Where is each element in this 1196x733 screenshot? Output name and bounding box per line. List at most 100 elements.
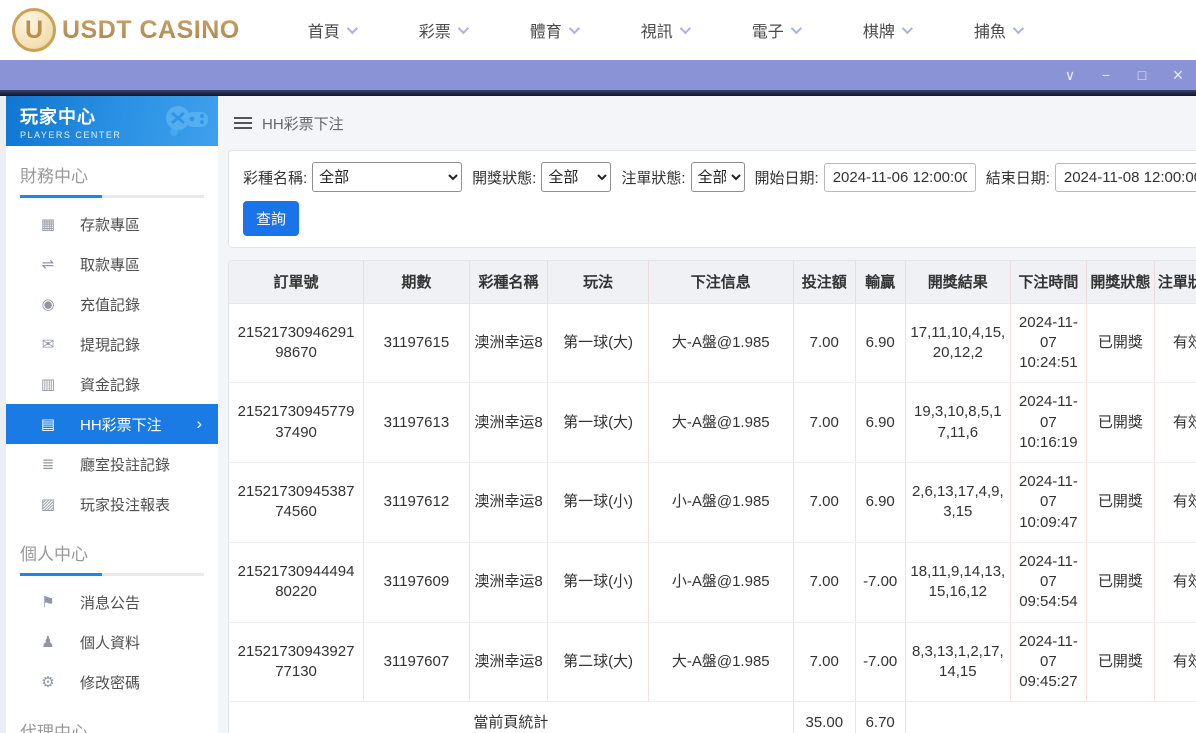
nav-item-棋牌[interactable]: 棋牌 (863, 18, 913, 42)
cell-玩法: 第二球(大) (547, 622, 649, 703)
cell-下注時間: 2024-11-07 10:09:47 (1010, 462, 1087, 543)
report-chart-icon: ▨ (40, 496, 56, 513)
cell-訂單號: 2152173094538774560 (229, 462, 365, 543)
nav-item-label: 電子 (751, 24, 784, 41)
cell-輸贏: 6.90 (855, 462, 906, 543)
cell-注單狀態: 有效 (1154, 542, 1196, 623)
cell-下注時間: 2024-11-07 10:24:51 (1010, 303, 1087, 384)
wallet-icon: ✉ (41, 336, 55, 353)
sidebar-section-underline (20, 195, 204, 198)
cell-開獎結果: 8,3,13,1,2,17,14,15 (905, 622, 1012, 703)
nav-item-首頁[interactable]: 首頁 (308, 18, 358, 42)
sidebar-item-充值記錄[interactable]: ◉ 充值記錄 (6, 284, 218, 324)
cell-投注額: 7.00 (793, 303, 856, 384)
window-maximize-icon[interactable]: □ (1134, 68, 1150, 82)
sidebar-item-提現記錄[interactable]: ✉ 提現記錄 (6, 324, 218, 364)
cell-彩種名稱: 澳洲幸运8 (469, 303, 549, 384)
chevron-down-icon (901, 22, 913, 35)
nav-item-電子[interactable]: 電子 (751, 18, 802, 42)
sidebar-item-label: 提現記錄 (80, 336, 141, 354)
draw-status-select[interactable]: 全部 (541, 162, 612, 192)
nav-item-label: 體育 (529, 24, 562, 41)
sidebar-section-title: 個人中心 (20, 545, 88, 564)
table-row: 2152173094577937490 31197613 澳洲幸运8 第一球(大) 大-… (229, 382, 1196, 463)
cell-玩法: 第一球(小) (547, 462, 649, 543)
nav-item-視訊[interactable]: 視訊 (641, 18, 691, 42)
moneybag-icon: ◉ (41, 296, 55, 313)
start-date-label: 開始日期: (754, 169, 819, 187)
search-button[interactable]: 查詢 (243, 201, 300, 236)
table-header-row: 訂單號期數彩種名稱玩法下注信息投注額輸贏開獎結果下注時間開獎狀態注單狀態 (229, 261, 1196, 304)
nav-item-彩票[interactable]: 彩票 (418, 18, 469, 42)
chevron-down-icon (568, 22, 580, 35)
bets-table: 訂單號期數彩種名稱玩法下注信息投注額輸贏開獎結果下注時間開獎狀態注單狀態 215… (229, 261, 1196, 733)
col-header-投注額: 投注額 (793, 261, 856, 304)
page-title: HH彩票下注 (262, 115, 344, 133)
cell-下注信息: 大-A盤@1.985 (648, 622, 794, 703)
sidebar-item-修改密碼[interactable]: ⚙ 修改密碼 (6, 662, 218, 702)
table-row: 2152173094392777130 31197607 澳洲幸运8 第二球(大) 大-… (229, 622, 1196, 703)
lottery-name-select[interactable]: 全部 (312, 162, 463, 192)
sidebar-item-資金記錄[interactable]: ▥ 資金記錄 (6, 364, 218, 404)
sidebar-item-個人資料[interactable]: ♟ 個人資料 (6, 622, 218, 662)
bell-icon: ⚑ (41, 594, 55, 611)
nav-item-label: 捕魚 (973, 24, 1006, 41)
breadcrumb: HH彩票下注 (228, 96, 1196, 150)
window-minimize-icon[interactable]: − (1098, 68, 1114, 82)
gamepad-icon (166, 106, 208, 136)
sidebar-item-label: 消息公告 (80, 594, 141, 612)
cell-投注額: 7.00 (793, 622, 856, 703)
chevron-down-icon (346, 22, 358, 35)
sidebar-item-取款專區[interactable]: ⇌ 取款專區 (6, 244, 218, 284)
cell-投注額: 7.00 (793, 462, 856, 543)
col-header-玩法: 玩法 (547, 261, 649, 304)
col-header-訂單號: 訂單號 (229, 261, 365, 304)
cell-輸贏: 6.90 (855, 382, 906, 463)
sidebar-item-存款專區[interactable]: ▦ 存款專區 (6, 204, 218, 244)
bets-table-panel: 訂單號期數彩種名稱玩法下注信息投注額輸贏開獎結果下注時間開獎狀態注單狀態 215… (228, 260, 1196, 733)
col-header-注單狀態: 注單狀態 (1154, 261, 1196, 304)
sidebar-section-title: 財務中心 (20, 167, 88, 186)
cell-期數: 31197607 (363, 622, 470, 703)
window-close-icon[interactable]: × (1170, 66, 1186, 84)
sidebar-section-items: ⚑ 消息公告 ♟ 個人資料 ⚙ 修改密碼 (6, 582, 218, 702)
cell-開獎狀態: 已開獎 (1086, 303, 1156, 384)
nav-item-捕魚[interactable]: 捕魚 (973, 18, 1024, 42)
hamburger-menu-icon[interactable] (234, 117, 252, 129)
summary-label: 當前頁統計 (229, 701, 794, 733)
cell-下注時間: 2024-11-07 09:54:54 (1010, 542, 1087, 623)
draw-status-label: 開獎狀態: (472, 169, 537, 187)
cell-投注額: 7.00 (793, 542, 856, 623)
order-status-label: 注單狀態: (621, 169, 686, 187)
cell-訂單號: 2152173094449480220 (229, 542, 365, 623)
cell-期數: 31197612 (363, 462, 470, 543)
table-row: 2152173094538774560 31197612 澳洲幸运8 第一球(小) 小-… (229, 462, 1196, 543)
end-date-input[interactable] (1054, 162, 1196, 192)
sidebar-item-label: 存款專區 (80, 216, 141, 234)
cell-期數: 31197609 (363, 542, 470, 623)
order-status-select[interactable]: 全部 (690, 162, 745, 192)
sidebar-item-label: 玩家投注報表 (80, 496, 171, 514)
start-date-input[interactable] (823, 162, 976, 192)
window-chevron-down-icon[interactable]: ∨ (1062, 68, 1078, 82)
cell-訂單號: 2152173094392777130 (229, 622, 365, 703)
sidebar-item-label: 取款專區 (80, 256, 141, 274)
cell-開獎結果: 2,6,13,17,4,9,3,15 (905, 462, 1012, 543)
cell-開獎狀態: 已開獎 (1086, 382, 1156, 463)
sidebar-item-label: HH彩票下注 (80, 416, 162, 434)
sidebar-item-消息公告[interactable]: ⚑ 消息公告 (6, 582, 218, 622)
table-row: 2152173094629198670 31197615 澳洲幸运8 第一球(大) 大-… (229, 303, 1196, 384)
sidebar-item-HH彩票下注[interactable]: ▤ HH彩票下注 › (6, 404, 218, 444)
cell-輸贏: -7.00 (855, 542, 906, 623)
brand-name: USDT CASINO (62, 15, 240, 44)
cell-下注信息: 大-A盤@1.985 (648, 303, 794, 384)
nav-item-label: 彩票 (418, 24, 451, 41)
top-header: U USDT CASINO 首頁 彩票 體育 視訊 電子 棋牌 捕魚 (0, 0, 1196, 60)
sidebar-item-廳室投註記錄[interactable]: ≣ 廳室投註記錄 (6, 444, 218, 484)
sidebar-item-label: 個人資料 (80, 634, 141, 652)
cell-彩種名稱: 澳洲幸运8 (469, 622, 549, 703)
brand[interactable]: U USDT CASINO (12, 8, 240, 52)
sidebar-item-玩家投注報表[interactable]: ▨ 玩家投注報表 (6, 484, 218, 524)
nav-item-體育[interactable]: 體育 (529, 18, 580, 42)
cell-期數: 31197615 (363, 303, 470, 384)
